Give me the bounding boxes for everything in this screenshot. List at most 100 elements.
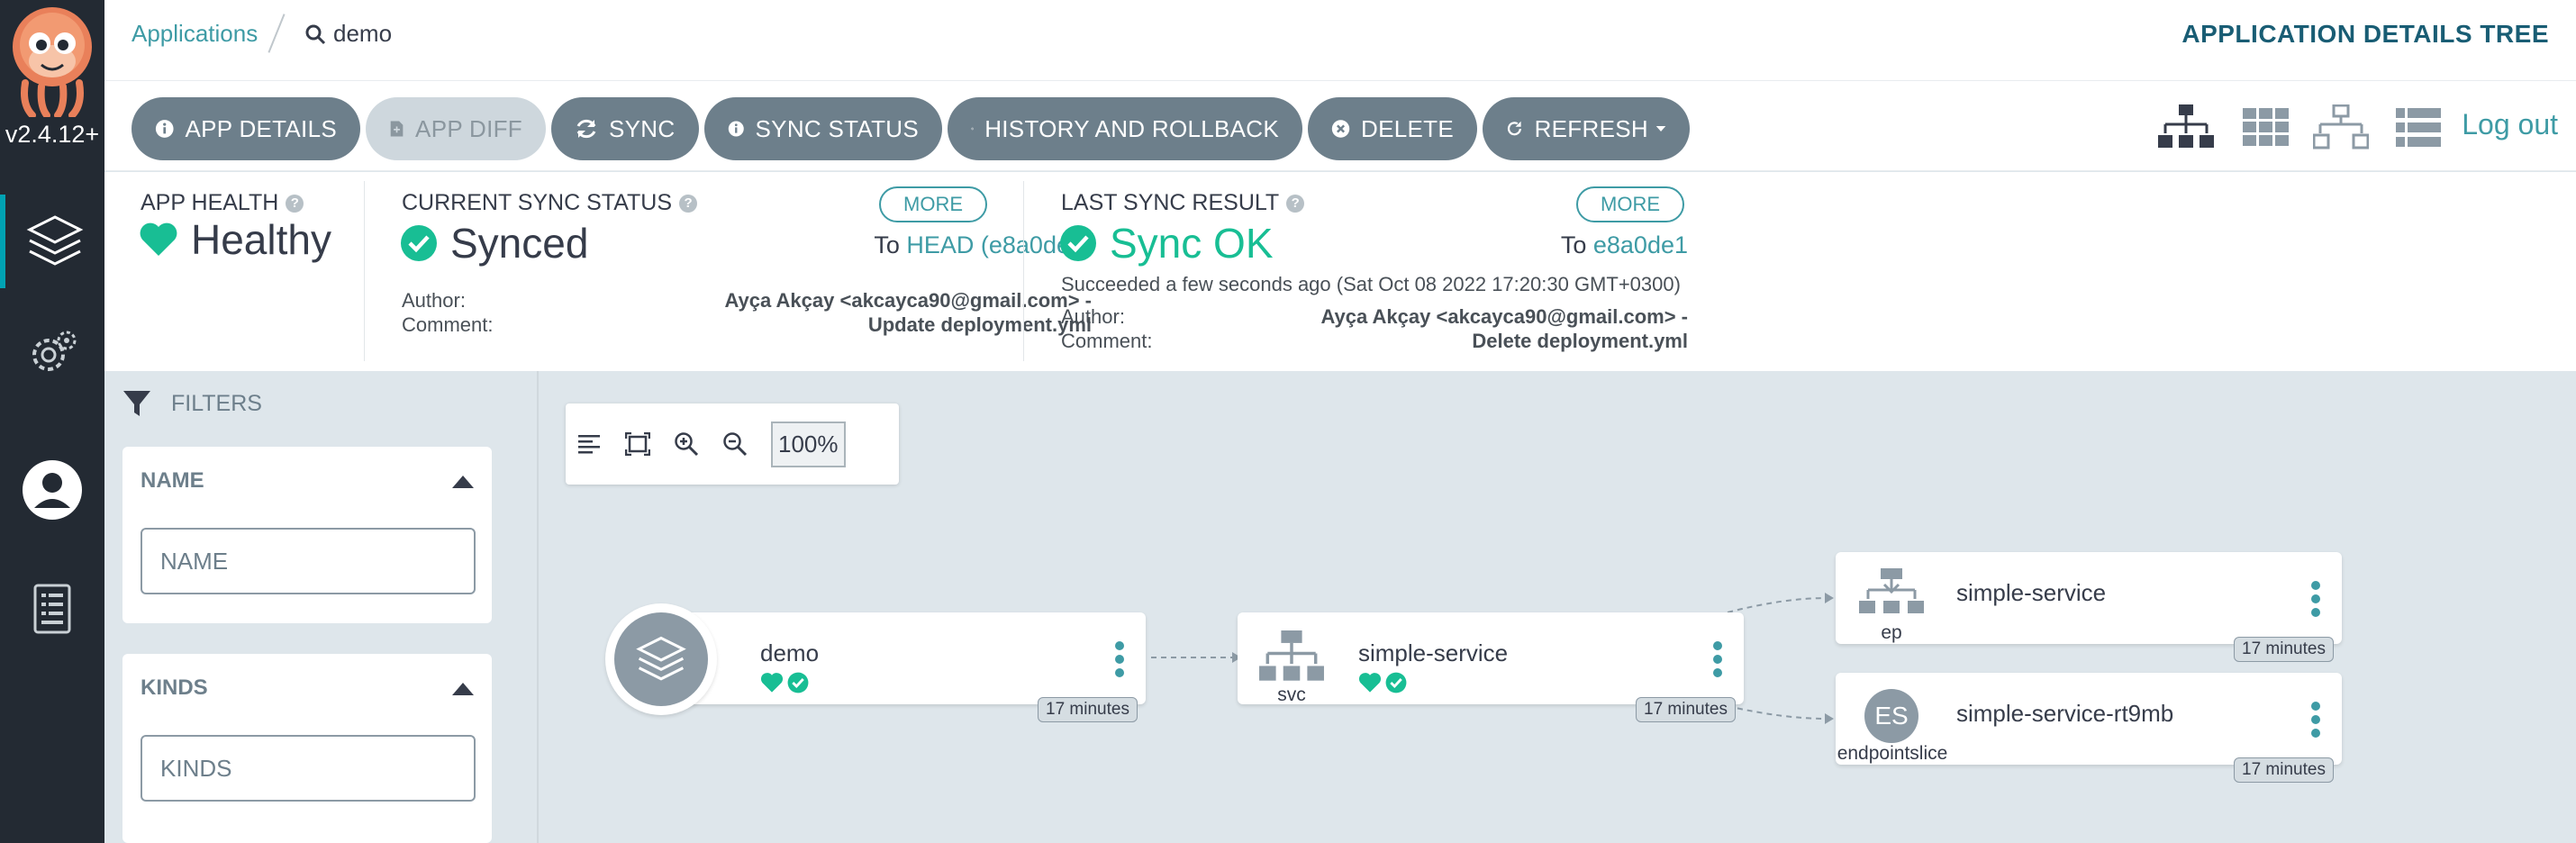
endpointslice-badge-icon: ES [1864,689,1918,743]
list-view-icon[interactable] [2396,108,2441,148]
app-diff-button[interactable]: APP DIFF [366,97,546,160]
node-name: simple-service [1956,579,2107,606]
file-diff-icon [390,121,404,137]
breadcrumb-separator [268,14,286,53]
refresh-label: REFRESH [1534,114,1648,142]
check-circle-icon [1385,672,1407,693]
node-kind: endpointslice [1837,743,1948,764]
app-node-icon [614,612,708,706]
layers-icon [26,215,84,266]
resource-node-ep[interactable]: ep simple-service [1836,552,2342,644]
sync-succeeded-text: Succeeded a few seconds ago (Sat Oct 08 … [1061,273,1681,295]
sync-button[interactable]: SYNC [551,97,699,160]
current-sync-label: CURRENT SYNC STATUS [402,190,673,215]
filter-icon [123,391,150,416]
kinds-filter-heading: KINDS [141,675,208,700]
help-icon[interactable]: ? [286,194,304,213]
nav-settings[interactable] [0,306,104,400]
caret-down-icon [1655,125,1666,132]
node-name: simple-service-rt9mb [1956,700,2174,727]
name-filter-input[interactable] [141,528,476,594]
status-divider [364,181,365,361]
docs-icon [33,584,71,634]
user-avatar-icon [23,460,82,520]
kinds-filter-input[interactable] [141,735,476,802]
sync-icon [576,119,596,139]
app-diff-label: APP DIFF [415,114,522,142]
app-details-label: APP DETAILS [185,114,337,142]
refresh-button[interactable]: REFRESH [1483,97,1690,160]
delete-button[interactable]: DELETE [1308,97,1477,160]
delete-label: DELETE [1361,114,1454,142]
logout-link[interactable]: Log out [2462,108,2558,141]
node-menu-icon[interactable] [1713,641,1722,682]
status-divider [1023,181,1024,361]
breadcrumb-current[interactable]: demo [304,20,392,48]
check-circle-icon [401,225,437,261]
author-label: Author: [402,289,466,312]
nav-user-info[interactable] [0,443,104,537]
health-status-text: Healthy [191,216,331,263]
history-rollback-button[interactable]: HISTORY AND ROLLBACK [948,97,1302,160]
argo-logo-icon[interactable] [5,5,99,117]
node-age-badge: 17 minutes [2234,637,2334,662]
breadcrumb-applications[interactable]: Applications [132,20,258,48]
last-sync-more-button[interactable]: MORE [1576,186,1684,222]
nav-applications[interactable] [0,195,104,288]
node-status-icons [760,672,809,693]
resource-node-endpointslice[interactable]: ES endpointslice simple-service-rt9mb [1836,673,2342,765]
nav-documentation[interactable] [0,562,104,656]
app-node-demo[interactable]: demo [649,612,1146,704]
node-menu-icon[interactable] [1115,641,1124,682]
sync-status-label: SYNC STATUS [755,114,919,142]
network-view-icon[interactable] [2313,104,2369,150]
sync-status-text: Synced [450,220,589,267]
check-circle-icon [1060,225,1096,261]
breadcrumb-current-label: demo [333,20,393,47]
endpoints-icon [1859,568,1924,613]
filters-panel: FILTERS NAME KINDS [104,371,539,843]
to-prefix: To [1560,231,1587,258]
node-kind: svc [1277,684,1306,705]
gears-icon [32,331,77,371]
info-icon [728,121,744,137]
status-panel: APP HEALTH ? Healthy CURRENT SYNC STATUS… [104,172,2576,371]
history-rollback-label: HISTORY AND ROLLBACK [984,114,1279,142]
node-age-badge: 17 minutes [1636,697,1736,722]
page-title: APPLICATION DETAILS TREE [2181,20,2549,48]
node-name: demo [760,639,820,666]
resource-tree-graph: 100% demo 17 minutes svc simple-service … [540,371,2576,843]
heart-icon [760,673,784,693]
help-icon[interactable]: ? [1286,194,1305,213]
comment-label: Comment: [1061,330,1153,352]
tree-view-icon[interactable] [2158,104,2214,150]
help-icon[interactable]: ? [679,194,698,213]
kinds-filter-card: KINDS [122,654,492,843]
pods-view-icon[interactable] [2243,108,2290,148]
collapse-caret-icon[interactable] [452,476,474,488]
node-menu-icon[interactable] [2311,581,2320,621]
revision-link[interactable]: e8a0de1 [1593,231,1688,258]
node-age-badge: 17 minutes [1038,697,1138,722]
top-bar: Applications demo APPLICATION DETAILS TR… [104,0,2576,81]
name-filter-heading: NAME [141,468,204,493]
app-toolbar: APP DETAILS APP DIFF SYNC SYNC STATUS HI… [104,81,2576,171]
version-label: v2.4.12+ [5,121,100,148]
node-menu-icon[interactable] [2311,702,2320,742]
layers-icon [636,636,686,681]
current-sync-heading: CURRENT SYNC STATUS ? [402,190,698,216]
current-sync-more-button[interactable]: MORE [879,186,987,222]
author-label: Author: [1061,305,1125,328]
sync-status-button[interactable]: SYNC STATUS [704,97,942,160]
close-circle-icon [1331,120,1350,138]
history-icon [971,127,975,131]
app-details-button[interactable]: APP DETAILS [132,97,360,160]
last-sync-value: Sync OK [1059,219,1274,267]
last-sync-label: LAST SYNC RESULT [1061,190,1280,215]
author-value: Ayça Akçay <akcayca90@gmail.com> - [724,289,1092,312]
heart-icon [140,222,177,256]
resource-node-svc[interactable]: svc simple-service [1238,612,1744,705]
collapse-caret-icon[interactable] [452,683,474,695]
to-prefix: To [874,231,900,258]
node-name: simple-service [1358,639,1509,666]
